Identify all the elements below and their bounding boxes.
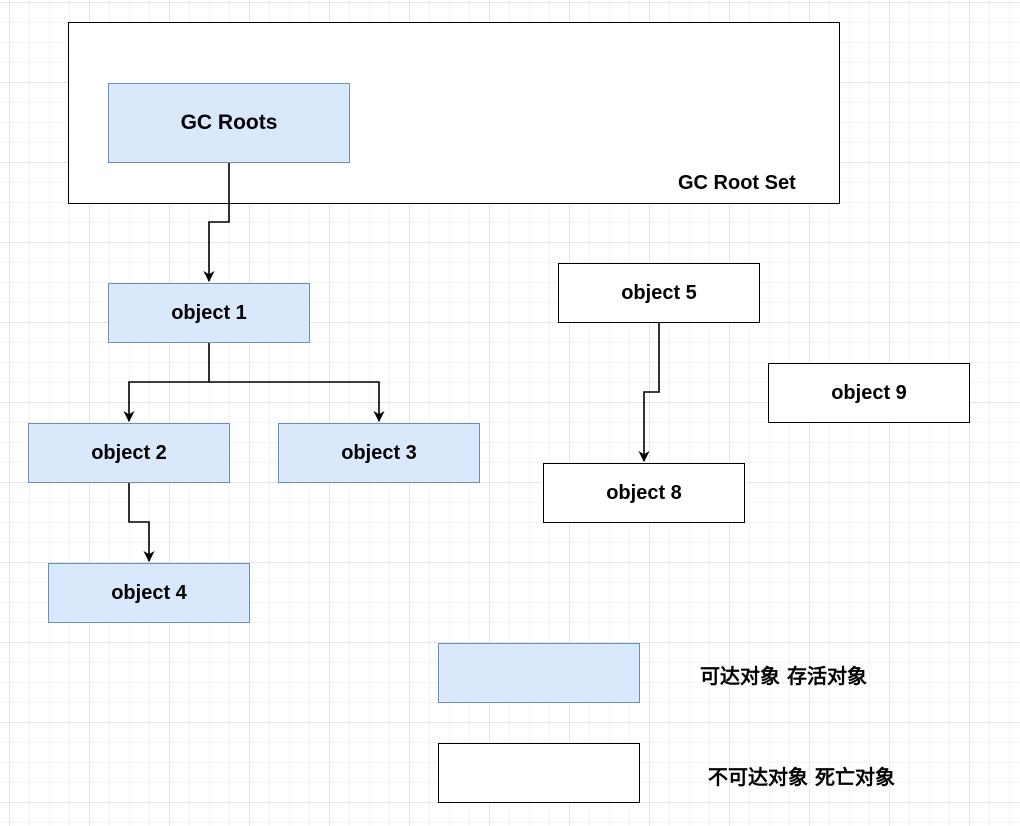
edges-layer (123, 163, 660, 563)
edge-object-5-to-object-8 (638, 323, 660, 463)
edge-object-1-to-object-3 (209, 381, 385, 423)
edge-gc-roots-to-object-1 (203, 163, 230, 283)
edge-object-2-to-object-4 (128, 483, 155, 563)
edge-object-1-to-object-2 (123, 343, 210, 423)
